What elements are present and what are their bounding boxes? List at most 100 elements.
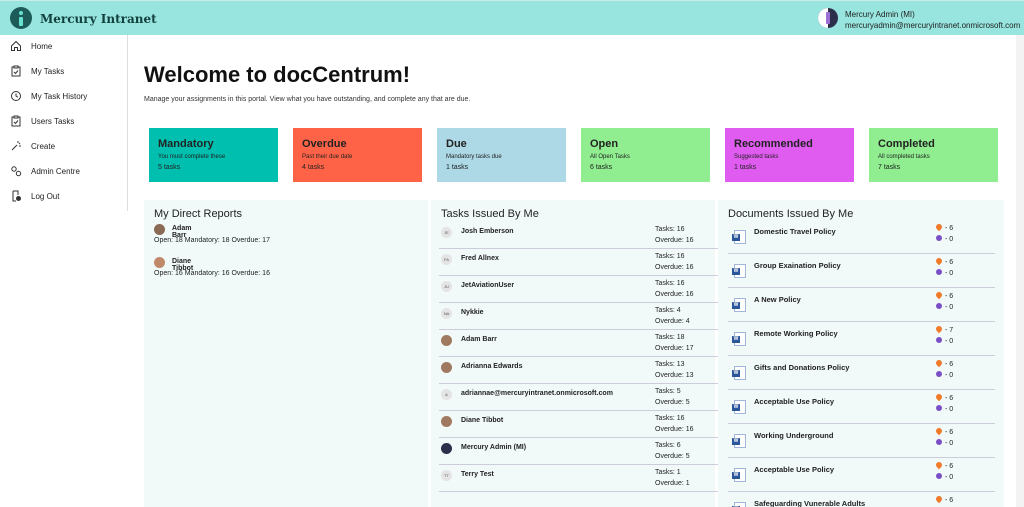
stat-assigned: - 6 <box>934 358 953 368</box>
overdue-count: Overdue: 4 <box>655 318 690 325</box>
task-row[interactable]: JE Josh Emberson Tasks: 16 Overdue: 16 <box>439 222 722 249</box>
gauge-icon <box>936 405 942 411</box>
sidebar-item-admin-centre[interactable]: Admin Centre <box>0 160 127 185</box>
card-count: 1 tasks <box>734 164 757 171</box>
card-completed[interactable]: Completed All completed tasks 7 tasks <box>869 128 998 182</box>
avatar <box>441 335 452 346</box>
task-assignee-name: adriannae@mercuryintranet.onmicrosoft.co… <box>461 390 613 397</box>
top-bar: Mercury Intranet Mercury Admin (MI) merc… <box>0 0 1024 35</box>
avatar: TT <box>441 470 452 481</box>
user-email: mercuryadmin@mercuryintranet.onmicrosoft… <box>845 21 1021 30</box>
document-name: Working Underground <box>754 431 834 440</box>
card-due[interactable]: Due Mandatory tasks due 1 tasks <box>437 128 566 182</box>
document-row[interactable]: W Remote Working Policy - 7 - 0 <box>728 322 995 356</box>
gauge-icon <box>936 371 942 377</box>
card-title: Mandatory <box>158 138 214 150</box>
task-count: Tasks: 16 <box>655 226 685 233</box>
document-row[interactable]: W Acceptable Use Policy - 6 - 0 <box>728 458 995 492</box>
stat-assigned: - 6 <box>934 392 953 402</box>
card-open[interactable]: Open All Open Tasks 6 tasks <box>581 128 710 182</box>
app-title[interactable]: Mercury Intranet <box>40 12 157 26</box>
task-row[interactable]: FA Fred Allnex Tasks: 16 Overdue: 16 <box>439 249 722 276</box>
stat-completed: - 0 <box>936 269 953 277</box>
fire-icon <box>934 494 944 504</box>
card-description: All Open Tasks <box>590 154 630 160</box>
clipboard-icon <box>11 115 21 127</box>
overdue-count: Overdue: 17 <box>655 345 694 352</box>
document-row[interactable]: W Gifts and Donations Policy - 6 - 0 <box>728 356 995 390</box>
avatar: JE <box>441 227 452 238</box>
user-avatar[interactable] <box>818 8 838 28</box>
avatar <box>441 443 452 454</box>
fire-icon <box>934 392 944 402</box>
sidebar-item-my-task-history[interactable]: My Task History <box>0 85 127 110</box>
overdue-count: Overdue: 16 <box>655 426 694 433</box>
card-count: 6 tasks <box>590 164 613 171</box>
page-subtitle: Manage your assignments in this portal. … <box>144 96 471 103</box>
document-name: Gifts and Donations Policy <box>754 363 850 372</box>
panel-title: Tasks Issued By Me <box>441 208 539 220</box>
stat-completed: - 0 <box>936 371 953 379</box>
sidebar-item-log-out[interactable]: Log Out <box>0 185 127 210</box>
avatar <box>154 224 165 235</box>
fire-icon <box>934 290 944 300</box>
task-row[interactable]: Mercury Admin (MI) Tasks: 6 Overdue: 5 <box>439 438 722 465</box>
document-row[interactable]: W Acceptable Use Policy - 6 - 0 <box>728 390 995 424</box>
gauge-icon <box>936 439 942 445</box>
stat-completed: - 0 <box>936 337 953 345</box>
stat-completed: - 0 <box>936 405 953 413</box>
avatar: NA <box>441 308 452 319</box>
app-logo-icon[interactable] <box>10 7 32 29</box>
task-row[interactable]: Adam Barr Tasks: 18 Overdue: 17 <box>439 330 722 357</box>
card-description: All completed tasks <box>878 154 930 160</box>
overdue-count: Overdue: 16 <box>655 291 694 298</box>
fire-icon <box>934 222 944 232</box>
card-title: Open <box>590 138 619 150</box>
task-count: Tasks: 4 <box>655 307 681 314</box>
card-recommended[interactable]: Recommended Suggested tasks 1 tasks <box>725 128 854 182</box>
stat-assigned: - 7 <box>934 324 953 334</box>
document-row[interactable]: W A New Policy - 6 - 0 <box>728 288 995 322</box>
card-mandatory[interactable]: Mandatory You must complete these 5 task… <box>149 128 278 182</box>
card-count: 4 tasks <box>302 164 325 171</box>
task-count: Tasks: 18 <box>655 334 685 341</box>
sidebar-item-my-tasks[interactable]: My Tasks <box>0 60 127 85</box>
fire-icon <box>934 358 944 368</box>
sidebar-item-users-tasks[interactable]: Users Tasks <box>0 110 127 135</box>
sidebar-item-home[interactable]: Home <box>0 35 127 60</box>
document-row[interactable]: W Domestic Travel Policy - 6 - 0 <box>728 220 995 254</box>
stat-completed: - 0 <box>936 235 953 243</box>
sidebar-item-label: My Task History <box>31 92 88 101</box>
overdue-count: Overdue: 5 <box>655 453 690 460</box>
word-document-icon: W <box>732 230 746 244</box>
document-row[interactable]: W Group Exaination Policy - 6 - 0 <box>728 254 995 288</box>
overdue-count: Overdue: 1 <box>655 480 690 487</box>
stat-assigned: - 6 <box>934 256 953 266</box>
task-row[interactable]: JU JetAviationUser Tasks: 16 Overdue: 16 <box>439 276 722 303</box>
sidebar-item-create[interactable]: Create <box>0 135 127 160</box>
stat-assigned: - 6 <box>934 460 953 470</box>
card-overdue[interactable]: Overdue Past their due date 4 tasks <box>293 128 422 182</box>
document-row[interactable]: W Safeguarding Vunerable Adults - 6 <box>728 492 995 507</box>
card-description: Past their due date <box>302 154 353 160</box>
task-row[interactable]: NA Nykkie Tasks: 4 Overdue: 4 <box>439 303 722 330</box>
report-stats: Open: 18 Mandatory: 18 Overdue: 17 <box>154 237 270 244</box>
document-name: Acceptable Use Policy <box>754 397 835 406</box>
card-description: Suggested tasks <box>734 154 779 160</box>
gauge-icon <box>936 235 942 241</box>
avatar: A <box>441 389 452 400</box>
documents-issued-panel: Documents Issued By Me W Domestic Travel … <box>718 200 1004 507</box>
word-document-icon: W <box>732 264 746 278</box>
card-count: 5 tasks <box>158 164 181 171</box>
task-row[interactable]: Aadriannae@mercuryintranet.onmicrosoft.c… <box>439 384 722 411</box>
word-document-icon: W <box>732 502 746 507</box>
task-row[interactable]: TT Terry Test Tasks: 1 Overdue: 1 <box>439 465 722 492</box>
avatar: FA <box>441 254 452 265</box>
word-document-icon: W <box>732 468 746 482</box>
task-count: Tasks: 6 <box>655 442 681 449</box>
document-row[interactable]: W Working Underground - 6 - 0 <box>728 424 995 458</box>
task-row[interactable]: Adrianna Edwards Tasks: 13 Overdue: 13 <box>439 357 722 384</box>
scrollbar[interactable] <box>1016 35 1024 507</box>
document-name: Group Exaination Policy <box>754 261 841 270</box>
task-row[interactable]: Diane Tibbot Tasks: 16 Overdue: 16 <box>439 411 722 438</box>
